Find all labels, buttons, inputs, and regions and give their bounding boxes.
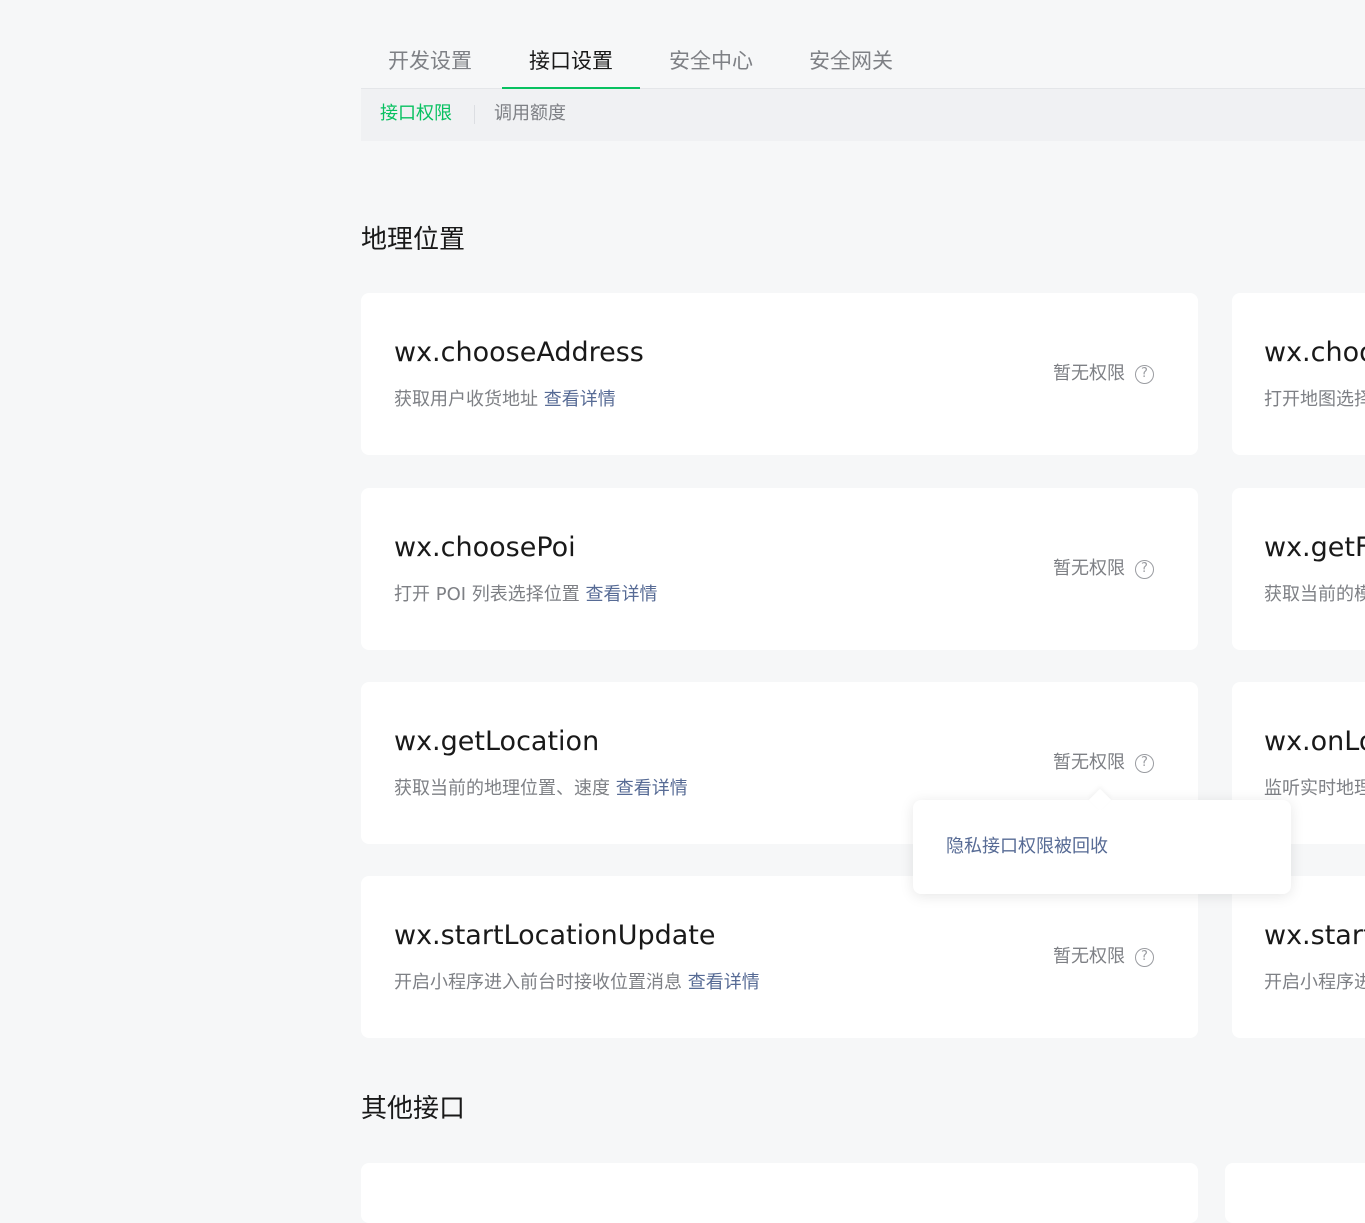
permission-status: 暂无权限 ? [1053,945,1154,969]
api-name: wx.getLocation [394,726,600,757]
api-card [361,1163,1198,1223]
api-description: 获取当前的地理位置、速度 查看详情 [394,777,688,801]
permission-status: 暂无权限 ? [1053,362,1154,386]
api-description: 打开地图选择 [1264,389,1365,410]
help-icon[interactable]: ? [1135,559,1154,579]
subtab-divider [474,105,475,124]
section-title-other: 其他接口 [361,1094,466,1124]
permission-status: 暂无权限 ? [1053,751,1154,775]
api-name: wx.start [1264,920,1365,951]
api-name: wx.startLocationUpdate [394,920,716,951]
permission-label: 暂无权限 [1053,946,1125,967]
api-card: wx.choosePoi 打开 POI 列表选择位置 查看详情 暂无权限 ? [361,488,1198,650]
api-name: wx.getFu [1264,532,1365,563]
api-card: wx.startLocationUpdate 开启小程序进入前台时接收位置消息 … [361,876,1198,1038]
api-desc-text: 获取当前的地理位置、速度 [394,778,610,799]
api-name: wx.onLo [1264,726,1365,757]
view-details-link[interactable]: 查看详情 [544,389,616,410]
tab-label: 安全网关 [809,49,893,73]
top-tabs: 开发设置 接口设置 安全中心 安全网关 [361,28,1365,89]
api-description: 开启小程序进 [1264,972,1365,993]
tab-label: 安全中心 [669,49,753,73]
view-details-link[interactable]: 查看详情 [616,778,688,799]
permission-label: 暂无权限 [1053,752,1125,773]
api-description: 获取用户收货地址 查看详情 [394,388,616,412]
api-desc-text: 打开 POI 列表选择位置 [394,584,580,605]
section-title-geo: 地理位置 [361,225,466,255]
api-desc-text: 获取用户收货地址 [394,389,538,410]
api-card: wx.getFu 获取当前的模 [1232,488,1365,650]
api-name: wx.choo [1264,337,1365,368]
api-card: wx.choo 打开地图选择 [1232,293,1365,455]
api-description: 开启小程序进入前台时接收位置消息 查看详情 [394,971,760,995]
tooltip-text: 隐私接口权限被回收 [946,836,1108,857]
help-icon[interactable]: ? [1135,947,1154,967]
tab-security-center[interactable]: 安全中心 [669,44,753,87]
help-icon[interactable]: ? [1135,364,1154,384]
api-card: wx.chooseAddress 获取用户收货地址 查看详情 暂无权限 ? [361,293,1198,455]
api-description: 打开 POI 列表选择位置 查看详情 [394,583,658,607]
sub-tabs: 接口权限 调用额度 [361,89,1365,141]
permission-label: 暂无权限 [1053,363,1125,384]
api-description: 获取当前的模 [1264,584,1365,605]
subtab-call-quota[interactable]: 调用额度 [494,102,566,126]
tab-security-gateway[interactable]: 安全网关 [809,44,893,87]
tab-api-settings[interactable]: 接口设置 [502,44,640,89]
api-card: wx.start 开启小程序进 [1232,876,1365,1038]
tab-dev-settings[interactable]: 开发设置 [388,44,472,87]
subtab-api-permissions[interactable]: 接口权限 [380,102,452,126]
api-desc-text: 开启小程序进入前台时接收位置消息 [394,972,682,993]
tab-label: 开发设置 [388,49,472,73]
api-name: wx.choosePoi [394,532,576,563]
view-details-link[interactable]: 查看详情 [586,584,658,605]
api-description: 监听实时地理 [1264,778,1365,799]
api-name: wx.chooseAddress [394,337,644,368]
permission-tooltip: 隐私接口权限被回收 [913,788,1291,894]
tab-label: 接口设置 [529,49,613,73]
view-details-link[interactable]: 查看详情 [688,972,760,993]
permission-label: 暂无权限 [1053,558,1125,579]
permission-status: 暂无权限 ? [1053,557,1154,581]
help-icon[interactable]: ? [1135,753,1154,773]
api-card [1225,1163,1365,1223]
